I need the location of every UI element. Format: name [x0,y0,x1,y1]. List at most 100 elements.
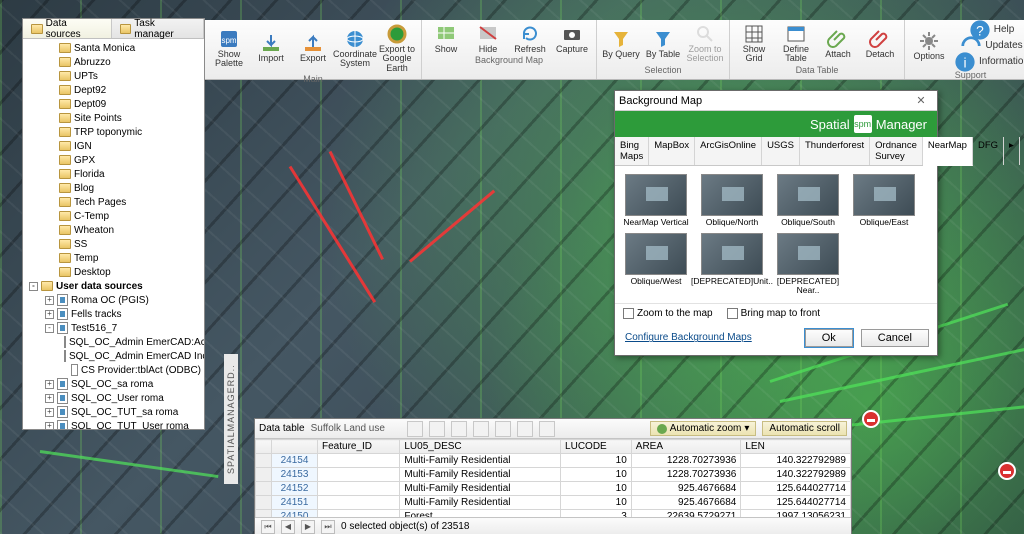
tree-item[interactable]: Abruzzo [23,55,204,69]
tree-item[interactable]: GPX [23,153,204,167]
configure-bg-maps-link[interactable]: Configure Background Maps [623,330,754,345]
close-icon[interactable]: ✕ [909,94,933,107]
ribbon-dt-showgrid[interactable]: Show Grid [734,22,774,65]
provider-tab[interactable]: ArcGisOnline [695,137,762,165]
table-row[interactable]: 24150Forest322639.57292711997.13056231 [256,510,851,518]
tree-item[interactable]: -Test516_7 [23,321,204,335]
map-thumbnail[interactable]: Oblique/East [851,174,917,227]
table-row[interactable]: 24153Multi-Family Residential101228.7027… [256,468,851,482]
column-header[interactable]: Feature_ID [318,440,400,454]
table-row[interactable]: 24152Multi-Family Residential10925.46766… [256,482,851,496]
tool-refresh[interactable] [495,421,511,437]
provider-tab[interactable]: NearMap [923,137,973,166]
bring-to-front-checkbox[interactable]: Bring map to front [727,308,820,319]
tool-filter[interactable] [429,421,445,437]
ribbon-bg-show[interactable]: Show [426,22,466,55]
tool-export[interactable] [473,421,489,437]
tree-item[interactable]: Dept09 [23,97,204,111]
provider-tab[interactable]: Ordnance Survey [870,137,923,165]
column-header[interactable]: LUCODE [561,440,632,454]
data-source-tree[interactable]: Santa MonicaAbruzzoUPTsDept92Dept09Site … [23,39,204,429]
ribbon-export-ge[interactable]: Export to Google Earth [377,22,417,74]
map-thumbnail[interactable]: Oblique/South [775,174,841,227]
tree-item[interactable]: Dept92 [23,83,204,97]
tree-item[interactable]: +SQL_OC_sa roma [23,377,204,391]
map-thumbnail[interactable]: Oblique/North [699,174,765,227]
tree-item[interactable]: SQL_OC_Admin EmerCAD InciWKB (OI [23,349,204,363]
tree-item[interactable]: UPTs [23,69,204,83]
expand-icon[interactable]: + [45,422,54,430]
automatic-zoom-toggle[interactable]: Automatic zoom▾ [650,421,757,436]
tab-task-manager[interactable]: Task manager [112,19,204,38]
tool-clear[interactable] [451,421,467,437]
tree-item[interactable]: SS [23,237,204,251]
tree-item[interactable]: +SQL_OC_User roma [23,391,204,405]
cancel-button[interactable]: Cancel [861,329,929,347]
table-row[interactable]: 24154Multi-Family Residential101228.7027… [256,454,851,468]
column-header[interactable]: LEN [741,440,851,454]
provider-tab[interactable]: USGS [762,137,800,165]
expand-icon[interactable]: + [45,394,54,403]
tab-data-sources[interactable]: Data sources [23,19,112,38]
data-grid[interactable]: Feature_IDLU05_DESCLUCODEAREALEN24154Mul… [255,439,851,517]
table-row[interactable]: 24151Multi-Family Residential10925.46766… [256,496,851,510]
provider-tab[interactable]: DFG [973,137,1004,165]
tree-item[interactable]: +Roma OC (PGIS) [23,293,204,307]
tree-item[interactable]: CS Provider:tblAct (ODBC) [23,363,204,377]
nav-next[interactable]: ▶ [301,520,315,534]
ribbon-export[interactable]: Export [293,22,333,74]
column-header[interactable]: LU05_DESC [400,440,561,454]
tree-item[interactable]: Site Points [23,111,204,125]
tree-item[interactable]: Temp [23,251,204,265]
expand-icon[interactable]: - [29,282,38,291]
tree-item[interactable]: Blog [23,181,204,195]
nav-first[interactable]: ⏮ [261,520,275,534]
automatic-scroll-toggle[interactable]: Automatic scroll [762,421,847,436]
tree-item[interactable]: SQL_OC_Admin EmerCAD:ActXY (ODB [23,335,204,349]
ribbon-bg-refresh[interactable]: Refresh [510,22,550,55]
tree-item[interactable]: Florida [23,167,204,181]
expand-icon[interactable]: - [45,324,54,333]
tree-item[interactable]: +SQL_OC_TUT_sa roma [23,405,204,419]
zoom-to-map-checkbox[interactable]: Zoom to the map [623,308,713,319]
expand-icon[interactable]: + [45,408,54,417]
tree-item[interactable]: Wheaton [23,223,204,237]
ribbon-coord-sys[interactable]: Coordinate System [335,22,375,74]
ok-button[interactable]: Ok [805,329,853,347]
ribbon-bg-hide[interactable]: Hide [468,22,508,55]
tool-cols[interactable] [517,421,533,437]
ribbon-show-palette[interactable]: spmShow Palette [209,22,249,74]
tree-item[interactable]: +SQL_OC_TUT_User roma [23,419,204,429]
provider-tab[interactable]: MapBox [649,137,695,165]
tree-item[interactable]: +Fells tracks [23,307,204,321]
ribbon-bg-capture[interactable]: Capture [552,22,592,55]
tree-item[interactable]: TRP toponymic [23,125,204,139]
tool-select[interactable] [407,421,423,437]
map-thumbnail[interactable]: [DEPRECATED]Unit.. [699,233,765,295]
map-thumbnail[interactable]: Oblique/West [623,233,689,295]
tree-item[interactable]: Santa Monica [23,41,204,55]
map-thumbnail[interactable]: [DEPRECATED] Near.. [775,233,841,295]
provider-tab[interactable]: Thunderforest [800,137,870,165]
expand-icon[interactable]: + [45,310,54,319]
ribbon-info[interactable]: iInformation [951,54,1024,70]
tree-item[interactable]: Tech Pages [23,195,204,209]
expand-icon[interactable]: + [45,296,54,305]
nav-prev[interactable]: ◀ [281,520,295,534]
column-header[interactable]: AREA [631,440,741,454]
map-thumbnail[interactable]: NearMap Vertical [623,174,689,227]
tool-more[interactable] [539,421,555,437]
ribbon-sel-table[interactable]: By Table [643,22,683,65]
ribbon-dt-attach[interactable]: Attach [818,22,858,65]
tab-overflow-icon[interactable]: ▸ [1004,137,1020,165]
tree-item[interactable]: Desktop [23,265,204,279]
ribbon-import[interactable]: Import [251,22,291,74]
ribbon-sel-query[interactable]: By Query [601,22,641,65]
nav-last[interactable]: ⏭ [321,520,335,534]
ribbon-dt-define[interactable]: Define Table [776,22,816,65]
ribbon-dt-detach[interactable]: Detach [860,22,900,65]
tree-item[interactable]: IGN [23,139,204,153]
provider-tab[interactable]: Bing Maps [615,137,649,165]
expand-icon[interactable]: + [45,380,54,389]
ribbon-options[interactable]: Options [909,22,949,70]
